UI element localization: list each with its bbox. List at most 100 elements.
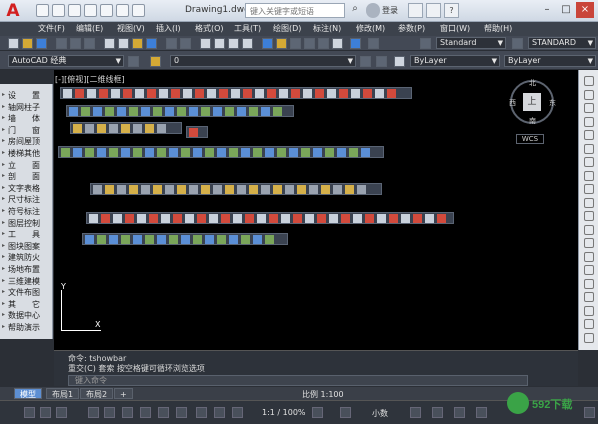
nav-tool-icon[interactable] xyxy=(584,224,594,235)
floating-toolbar-1[interactable] xyxy=(60,87,412,99)
toolbar-tool-icon[interactable] xyxy=(165,185,174,194)
toolbar-tool-icon[interactable] xyxy=(257,214,266,223)
close-button[interactable]: × xyxy=(576,2,594,18)
toolbar-tool-icon[interactable] xyxy=(205,235,214,244)
toolbar-tool-icon[interactable] xyxy=(193,235,202,244)
dim-style-icon[interactable] xyxy=(512,38,523,49)
toolbar-tool-icon[interactable] xyxy=(353,214,362,223)
palette-item[interactable]: 场地布置 xyxy=(8,264,40,275)
make-current-icon[interactable] xyxy=(360,56,371,67)
toolbar-tool-icon[interactable] xyxy=(133,235,142,244)
floating-toolbar-2[interactable] xyxy=(66,105,294,117)
exchange-icon[interactable] xyxy=(408,3,423,18)
toolbar-tool-icon[interactable] xyxy=(129,107,138,116)
toolbar-tool-icon[interactable] xyxy=(309,185,318,194)
palette-item[interactable]: 立 面 xyxy=(8,160,40,171)
toolbar-tool-icon[interactable] xyxy=(69,107,78,116)
palette-item[interactable]: 剖 面 xyxy=(8,171,40,182)
toolbar-tool-icon[interactable] xyxy=(135,89,144,98)
toolbar-tool-icon[interactable] xyxy=(185,214,194,223)
selection-cycling-icon[interactable] xyxy=(196,407,207,418)
toolbar-tool-icon[interactable] xyxy=(265,148,274,157)
toolbar-tool-icon[interactable] xyxy=(291,89,300,98)
tab-layout2[interactable]: 布局2 xyxy=(80,388,114,399)
menu-file[interactable]: 文件(F) xyxy=(38,23,65,35)
toolbar-tool-icon[interactable] xyxy=(315,89,324,98)
palette-item[interactable]: 建筑防火 xyxy=(8,252,40,263)
toolbar-tool-icon[interactable] xyxy=(81,107,90,116)
annotation-add-icon[interactable] xyxy=(340,407,351,418)
maximize-button[interactable]: □ xyxy=(557,2,575,18)
redo-icon[interactable] xyxy=(180,38,191,49)
toolbar-tool-icon[interactable] xyxy=(273,185,282,194)
toolbar-tool-icon[interactable] xyxy=(177,185,186,194)
layer-previous-icon[interactable] xyxy=(376,56,387,67)
open-icon[interactable] xyxy=(22,38,33,49)
pan-icon[interactable] xyxy=(200,38,211,49)
toolbar-tool-icon[interactable] xyxy=(357,185,366,194)
toolbar-tool-icon[interactable] xyxy=(195,89,204,98)
saveas-icon[interactable] xyxy=(84,4,97,17)
toolbar-tool-icon[interactable] xyxy=(145,124,154,133)
palette-item[interactable]: 图层控制 xyxy=(8,218,40,229)
toolbar-tool-icon[interactable] xyxy=(277,148,286,157)
toolbar-tool-icon[interactable] xyxy=(157,148,166,157)
toolbar-tool-icon[interactable] xyxy=(361,148,370,157)
palette-item[interactable]: 文字表格 xyxy=(8,183,40,194)
toolbar-tool-icon[interactable] xyxy=(389,214,398,223)
palette-item[interactable]: 符号标注 xyxy=(8,206,40,217)
toolbar-tool-icon[interactable] xyxy=(61,148,70,157)
toolbar-tool-icon[interactable] xyxy=(253,148,262,157)
toolbar-tool-icon[interactable] xyxy=(273,107,282,116)
toolbar-tool-icon[interactable] xyxy=(253,235,262,244)
toolbar-tool-icon[interactable] xyxy=(219,89,228,98)
toolbar-tool-icon[interactable] xyxy=(329,214,338,223)
toolbar-tool-icon[interactable] xyxy=(181,235,190,244)
nav-tool-icon[interactable] xyxy=(584,157,594,167)
palette-item[interactable]: 文件布图 xyxy=(8,287,40,298)
toolbar-tool-icon[interactable] xyxy=(121,148,130,157)
toolbar-tool-icon[interactable] xyxy=(157,124,166,133)
menu-dimension[interactable]: 标注(N) xyxy=(313,23,341,35)
toolbar-tool-icon[interactable] xyxy=(85,235,94,244)
toolbar-tool-icon[interactable] xyxy=(339,89,348,98)
toolbar-tool-icon[interactable] xyxy=(351,89,360,98)
hardware-acceleration-icon[interactable] xyxy=(454,407,465,418)
palette-item[interactable]: 轴网柱子 xyxy=(8,102,40,113)
menu-tools[interactable]: 工具(T) xyxy=(234,23,261,35)
toolbar-tool-icon[interactable] xyxy=(225,185,234,194)
toolbar-tool-icon[interactable] xyxy=(413,214,422,223)
toolbar-tool-icon[interactable] xyxy=(161,214,170,223)
copy-icon[interactable] xyxy=(118,38,129,49)
menu-window[interactable]: 窗口(W) xyxy=(440,23,470,35)
toolbar-tool-icon[interactable] xyxy=(305,214,314,223)
layer-dropdown[interactable]: 0 ▼ xyxy=(170,55,356,67)
markup-icon[interactable] xyxy=(318,38,329,49)
toolbar-tool-icon[interactable] xyxy=(85,124,94,133)
nav-tool-icon[interactable] xyxy=(584,238,594,248)
toolbar-tool-icon[interactable] xyxy=(297,185,306,194)
toolbar-tool-icon[interactable] xyxy=(249,185,258,194)
toolbar-tool-icon[interactable] xyxy=(303,89,312,98)
zoom-window-icon[interactable] xyxy=(228,38,239,49)
toolbar-tool-icon[interactable] xyxy=(201,107,210,116)
toolbar-tool-icon[interactable] xyxy=(293,214,302,223)
add-layout-button[interactable]: + xyxy=(114,388,133,399)
toolbar-tool-icon[interactable] xyxy=(111,89,120,98)
cut-icon[interactable] xyxy=(104,38,115,49)
toolbar-tool-icon[interactable] xyxy=(267,89,276,98)
lineweight-icon[interactable] xyxy=(158,407,169,418)
toolbar-tool-icon[interactable] xyxy=(363,89,372,98)
floating-toolbar-7[interactable] xyxy=(82,233,288,245)
toolbar-tool-icon[interactable] xyxy=(401,214,410,223)
viewcube[interactable]: 上 xyxy=(523,93,541,111)
osnap-icon[interactable] xyxy=(122,407,133,418)
toolbar-tool-icon[interactable] xyxy=(133,148,142,157)
toolbar-tool-icon[interactable] xyxy=(229,235,238,244)
palette-item[interactable]: 工 具 xyxy=(8,229,40,240)
model-space-icon[interactable] xyxy=(24,407,35,418)
undo-icon[interactable] xyxy=(116,4,129,17)
toolbar-tool-icon[interactable] xyxy=(281,214,290,223)
tab-model[interactable]: 模型 xyxy=(14,388,42,399)
units-display[interactable]: 小数 xyxy=(372,408,388,419)
